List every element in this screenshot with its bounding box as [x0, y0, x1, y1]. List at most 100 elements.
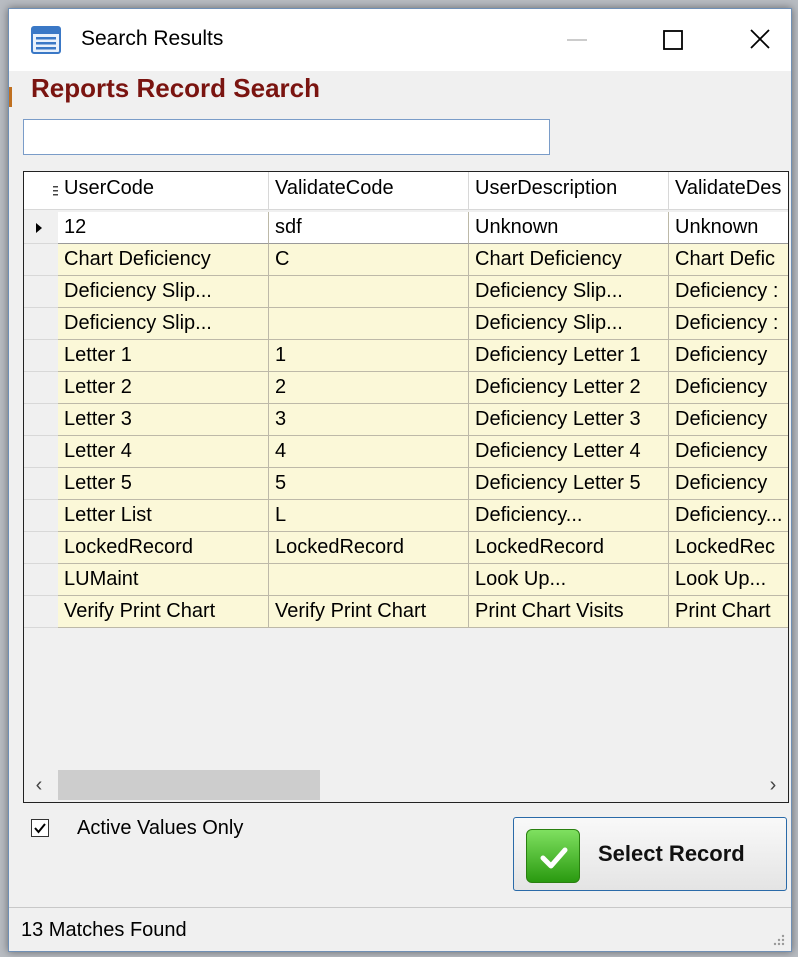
table-cell[interactable]: 4	[269, 436, 469, 468]
row-selector[interactable]	[24, 404, 58, 436]
row-selector[interactable]	[24, 468, 58, 500]
row-selector[interactable]	[24, 308, 58, 340]
table-cell[interactable]: 3	[269, 404, 469, 436]
table-row[interactable]: Letter 4 4 Deficiency Letter 4 Deficiency	[24, 436, 788, 468]
table-cell[interactable]: Deficiency Slip...	[58, 276, 269, 308]
row-selector[interactable]	[24, 372, 58, 404]
table-cell[interactable]: sdf	[269, 212, 469, 244]
table-cell[interactable]: Letter 3	[58, 404, 269, 436]
table-row[interactable]: Verify Print Chart Verify Print Chart Prin…	[24, 596, 788, 628]
table-cell[interactable]: Deficiency Letter 1	[469, 340, 669, 372]
table-cell[interactable]: 2	[269, 372, 469, 404]
table-cell[interactable]: LUMaint	[58, 564, 269, 596]
row-selector[interactable]	[24, 212, 58, 244]
table-cell[interactable]: Letter 2	[58, 372, 269, 404]
row-selector[interactable]	[24, 596, 58, 628]
table-cell[interactable]: 5	[269, 468, 469, 500]
table-cell[interactable]: Deficiency Slip...	[469, 308, 669, 340]
table-cell[interactable]: Deficiency	[669, 436, 788, 468]
table-cell[interactable]: C	[269, 244, 469, 276]
row-selector[interactable]	[24, 532, 58, 564]
table-cell[interactable]: Deficiency :	[669, 276, 788, 308]
table-cell[interactable]: Look Up...	[669, 564, 788, 596]
table-cell[interactable]: Deficiency Letter 3	[469, 404, 669, 436]
table-cell[interactable]: Verify Print Chart	[58, 596, 269, 628]
table-row[interactable]: Chart Deficiency C Chart Deficiency Chart D…	[24, 244, 788, 276]
table-cell[interactable]: Chart Deficiency	[469, 244, 669, 276]
table-cell[interactable]: 1	[269, 340, 469, 372]
table-cell[interactable]: Letter 5	[58, 468, 269, 500]
table-cell[interactable]: Letter 4	[58, 436, 269, 468]
table-cell[interactable]: Deficiency	[669, 468, 788, 500]
minimize-icon[interactable]	[554, 19, 600, 61]
column-header[interactable]: ValidateCode	[269, 172, 469, 210]
table-row[interactable]: Letter 5 5 Deficiency Letter 5 Deficiency	[24, 468, 788, 500]
table-cell[interactable]: Deficiency Letter 2	[469, 372, 669, 404]
table-cell[interactable]: Deficiency	[669, 340, 788, 372]
column-header[interactable]: UserDescription	[469, 172, 669, 210]
table-row[interactable]: Letter 2 2 Deficiency Letter 2 Deficiency	[24, 372, 788, 404]
row-selector[interactable]	[24, 564, 58, 596]
maximize-icon[interactable]	[650, 19, 696, 61]
table-cell[interactable]: Letter List	[58, 500, 269, 532]
app-window-icon	[31, 26, 61, 54]
table-cell[interactable]	[269, 276, 469, 308]
column-header[interactable]: UserCode	[58, 172, 269, 210]
column-chooser-icon[interactable]	[24, 172, 58, 210]
table-cell[interactable]	[269, 308, 469, 340]
table-row[interactable]: 12 sdf Unknown Unknown	[24, 212, 788, 244]
scroll-right-icon[interactable]: ›	[758, 768, 788, 802]
table-cell[interactable]	[269, 564, 469, 596]
scroll-left-icon[interactable]: ‹	[24, 768, 54, 802]
table-cell[interactable]: Letter 1	[58, 340, 269, 372]
table-cell[interactable]: LockedRecord	[469, 532, 669, 564]
search-input[interactable]	[23, 119, 550, 155]
title-bar[interactable]: Search Results	[9, 9, 791, 71]
close-icon[interactable]	[737, 19, 783, 61]
row-selector-arrow-icon	[36, 223, 42, 233]
table-cell[interactable]: Print Chart	[669, 596, 788, 628]
table-row[interactable]: Letter 3 3 Deficiency Letter 3 Deficiency	[24, 404, 788, 436]
row-selector[interactable]	[24, 244, 58, 276]
table-cell[interactable]: Unknown	[669, 212, 788, 244]
table-cell[interactable]: Deficiency Letter 5	[469, 468, 669, 500]
table-cell[interactable]: Chart Defic	[669, 244, 788, 276]
active-values-checkbox[interactable]	[31, 819, 49, 837]
table-cell[interactable]: Chart Deficiency	[58, 244, 269, 276]
table-row[interactable]: Deficiency Slip... Deficiency Slip... Defi…	[24, 308, 788, 340]
table-cell[interactable]: L	[269, 500, 469, 532]
table-cell[interactable]: Deficiency Letter 4	[469, 436, 669, 468]
table-row[interactable]: Letter 1 1 Deficiency Letter 1 Deficiency	[24, 340, 788, 372]
table-row[interactable]: LockedRecord LockedRecord LockedRecord Lock…	[24, 532, 788, 564]
table-cell[interactable]: LockedRec	[669, 532, 788, 564]
select-record-button[interactable]: Select Record	[513, 817, 787, 891]
row-selector[interactable]	[24, 276, 58, 308]
table-cell[interactable]: Look Up...	[469, 564, 669, 596]
table-cell[interactable]: LockedRecord	[269, 532, 469, 564]
table-row[interactable]: LUMaint Look Up... Look Up...	[24, 564, 788, 596]
table-cell[interactable]: Deficiency Slip...	[469, 276, 669, 308]
table-cell[interactable]: Unknown	[469, 212, 669, 244]
row-selector[interactable]	[24, 436, 58, 468]
table-cell[interactable]: LockedRecord	[58, 532, 269, 564]
table-cell[interactable]: Deficiency	[669, 372, 788, 404]
table-cell[interactable]: Print Chart Visits	[469, 596, 669, 628]
column-header[interactable]: ValidateDes	[669, 172, 788, 210]
table-cell[interactable]: Deficiency :	[669, 308, 788, 340]
grid-header-row: UserCode ValidateCode UserDescription Valid…	[24, 172, 788, 210]
scrollbar-thumb[interactable]	[58, 770, 320, 800]
table-cell[interactable]: Deficiency	[669, 404, 788, 436]
table-row[interactable]: Letter List L Deficiency... Deficiency...	[24, 500, 788, 532]
row-selector[interactable]	[24, 500, 58, 532]
horizontal-scrollbar[interactable]: ‹ ›	[24, 768, 788, 802]
table-cell[interactable]: Deficiency...	[469, 500, 669, 532]
table-row[interactable]: Deficiency Slip... Deficiency Slip... Defi…	[24, 276, 788, 308]
row-selector[interactable]	[24, 340, 58, 372]
table-cell[interactable]: Verify Print Chart	[269, 596, 469, 628]
table-cell[interactable]: 12	[58, 212, 269, 244]
results-grid[interactable]: UserCode ValidateCode UserDescription Valid…	[23, 171, 789, 803]
active-values-label: Active Values Only	[77, 817, 244, 839]
resize-grip-icon[interactable]	[771, 932, 785, 946]
table-cell[interactable]: Deficiency Slip...	[58, 308, 269, 340]
table-cell[interactable]: Deficiency...	[669, 500, 788, 532]
